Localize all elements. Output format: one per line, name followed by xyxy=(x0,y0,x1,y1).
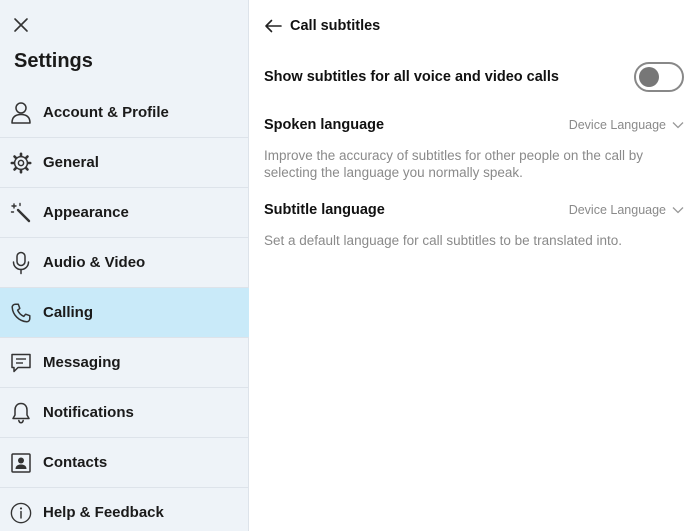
phone-icon xyxy=(10,300,32,326)
chat-icon xyxy=(10,350,32,376)
sidebar-item-label: Messaging xyxy=(43,354,121,371)
sidebar-item-contacts[interactable]: Contacts xyxy=(0,438,249,488)
settings-nav: Account & Profile General Appearance Aud… xyxy=(0,88,249,531)
person-icon xyxy=(10,100,32,126)
settings-title: Settings xyxy=(14,50,93,72)
spoken-language-description: Improve the accuracy of subtitles for ot… xyxy=(264,148,643,180)
page-title: Call subtitles xyxy=(290,18,381,34)
back-button[interactable] xyxy=(262,15,284,37)
show-subtitles-label: Show subtitles for all voice and video c… xyxy=(264,69,559,85)
sidebar-item-calling[interactable]: Calling xyxy=(0,288,249,338)
sidebar-item-messaging[interactable]: Messaging xyxy=(0,338,249,388)
subtitle-language-label: Subtitle language xyxy=(264,202,385,218)
toggle-knob xyxy=(639,67,659,87)
magic-wand-icon xyxy=(10,200,32,226)
close-button[interactable] xyxy=(10,14,32,36)
sidebar-item-help-feedback[interactable]: Help & Feedback xyxy=(0,488,249,531)
chevron-down-icon xyxy=(672,204,684,216)
subtitle-language-description: Set a default language for call subtitle… xyxy=(264,233,622,248)
sidebar-item-label: Help & Feedback xyxy=(43,504,164,521)
sidebar-item-general[interactable]: General xyxy=(0,138,249,188)
settings-sidebar: Settings Account & Profile General Appea… xyxy=(0,0,249,531)
subtitle-language-value: Device Language xyxy=(568,203,666,217)
bell-icon xyxy=(10,400,32,426)
spoken-language-dropdown[interactable]: Device Language xyxy=(569,118,684,132)
sidebar-item-label: Appearance xyxy=(43,204,129,221)
show-subtitles-toggle[interactable] xyxy=(634,62,684,92)
close-icon xyxy=(14,18,28,32)
sidebar-item-account-profile[interactable]: Account & Profile xyxy=(0,88,249,138)
sidebar-item-notifications[interactable]: Notifications xyxy=(0,388,249,438)
sidebar-item-label: Contacts xyxy=(43,454,108,471)
spoken-language-label: Spoken language xyxy=(264,117,385,133)
panel-header: Call subtitles xyxy=(262,14,380,38)
spoken-language-row: Spoken language Device Language xyxy=(264,115,684,135)
subtitle-language-dropdown[interactable]: Device Language xyxy=(569,203,684,217)
gear-icon xyxy=(10,150,32,176)
sidebar-item-appearance[interactable]: Appearance xyxy=(0,188,249,238)
sidebar-item-label: Account & Profile xyxy=(43,104,169,121)
sidebar-item-audio-video[interactable]: Audio & Video xyxy=(0,238,249,288)
info-icon xyxy=(10,500,32,526)
sidebar-item-label: General xyxy=(43,154,99,171)
chevron-down-icon xyxy=(672,119,684,131)
call-subtitles-panel: Call subtitles Show subtitles for all vo… xyxy=(250,0,700,531)
spoken-language-value: Device Language xyxy=(568,118,666,132)
back-arrow-icon xyxy=(265,19,282,33)
sidebar-item-label: Calling xyxy=(43,304,94,321)
microphone-icon xyxy=(10,250,32,276)
subtitle-language-row: Subtitle language Device Language xyxy=(264,200,684,220)
show-subtitles-row: Show subtitles for all voice and video c… xyxy=(264,60,684,94)
contact-card-icon xyxy=(10,450,32,476)
sidebar-item-label: Audio & Video xyxy=(43,254,146,271)
sidebar-item-label: Notifications xyxy=(43,404,134,421)
